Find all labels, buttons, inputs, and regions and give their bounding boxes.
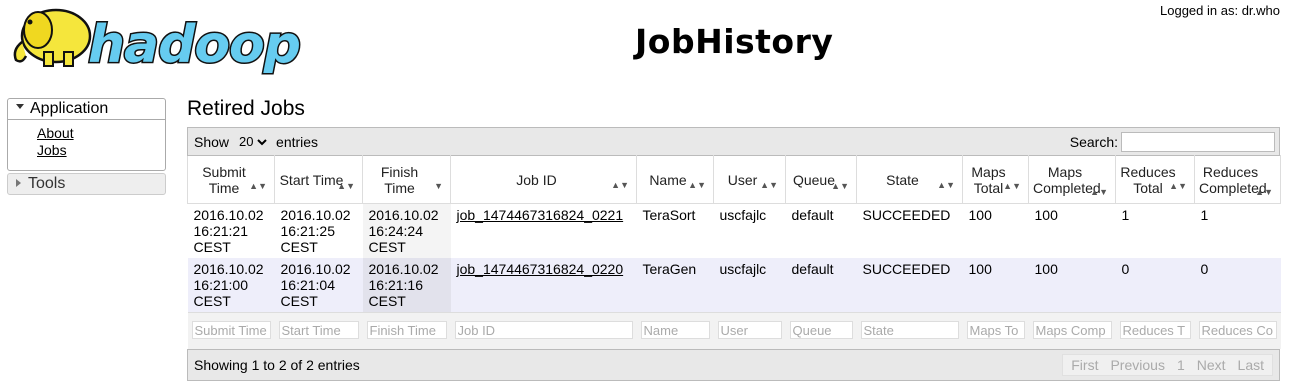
cell-maps-completed: 100 <box>1028 258 1116 313</box>
sort-icon: ▲▼ <box>1255 187 1273 197</box>
pagination: First Previous 1 Next Last <box>1062 353 1273 376</box>
search-input[interactable] <box>1121 131 1275 152</box>
cell-reduces-total: 1 <box>1115 203 1195 258</box>
cell-reduces-total: 0 <box>1115 258 1195 313</box>
pager-previous[interactable]: Previous <box>1110 357 1164 373</box>
cell-maps-completed: 100 <box>1028 203 1116 258</box>
jobs-table-wrapper: Show 20 entries Search: Submit Time ▲▼ St… <box>187 127 1281 381</box>
sort-icon: ▲▼ <box>688 180 706 190</box>
nav-application-header[interactable]: Application <box>8 99 165 120</box>
job-id-link[interactable]: job_1474467316824_0220 <box>457 261 624 277</box>
cell-maps-total: 100 <box>962 203 1029 258</box>
sort-icon: ▲▼ <box>937 180 955 190</box>
filter-user[interactable] <box>717 321 782 339</box>
sort-icon: ▲▼ <box>249 181 267 191</box>
nav-application-panel: Application About Jobs <box>7 98 166 171</box>
col-header-state[interactable]: State ▲▼ <box>856 155 963 204</box>
nav-tools-header[interactable]: Tools <box>7 173 166 195</box>
pager-last[interactable]: Last <box>1238 357 1264 373</box>
col-header-job-id[interactable]: Job ID ▲▼ <box>450 155 637 204</box>
cell-queue: default <box>785 203 857 258</box>
table-info: Showing 1 to 2 of 2 entries <box>194 356 360 373</box>
filter-submit-time[interactable] <box>191 321 271 339</box>
svg-text:hadoop: hadoop <box>88 15 300 75</box>
table-row: 2016.10.02 16:21:21 CEST 2016.10.02 16:2… <box>187 203 1281 258</box>
cell-name: TeraSort <box>636 203 714 258</box>
section-title: Retired Jobs <box>187 97 305 120</box>
show-label: Show <box>194 133 230 150</box>
nav-link-jobs[interactable]: Jobs <box>37 142 165 159</box>
search-label: Search: <box>1069 133 1118 150</box>
filter-finish-time[interactable] <box>366 321 447 339</box>
filter-reduces-completed[interactable] <box>1198 321 1277 339</box>
entries-label: entries <box>276 133 319 150</box>
cell-submit-time: 2016.10.02 16:21:21 CEST <box>187 203 275 258</box>
cell-queue: default <box>785 258 857 313</box>
col-header-queue[interactable]: Queue ▲▼ <box>785 155 857 204</box>
table-header-row: Submit Time ▲▼ Start Time ▲▼ Finish Time ▼ … <box>187 155 1281 204</box>
cell-job-id: job_1474467316824_0221 <box>450 203 637 258</box>
table-row: 2016.10.02 16:21:00 CEST 2016.10.02 16:2… <box>187 258 1281 313</box>
sort-icon: ▲▼ <box>337 181 355 191</box>
pager-page-1[interactable]: 1 <box>1177 357 1185 373</box>
col-header-submit-time[interactable]: Submit Time ▲▼ <box>187 155 275 204</box>
col-header-finish-time[interactable]: Finish Time ▼ <box>362 155 451 204</box>
cell-start-time: 2016.10.02 16:21:04 CEST <box>274 258 363 313</box>
cell-job-id: job_1474467316824_0220 <box>450 258 637 313</box>
filter-job-id[interactable] <box>454 321 633 339</box>
sort-icon: ▲▼ <box>611 180 629 190</box>
cell-start-time: 2016.10.02 16:21:25 CEST <box>274 203 363 258</box>
nav-tools-label: Tools <box>28 175 66 192</box>
col-header-reduces-total[interactable]: Reduces Total ▲▼ <box>1115 155 1195 204</box>
filter-queue[interactable] <box>789 321 853 339</box>
cell-reduces-completed: 0 <box>1194 258 1281 313</box>
hadoop-logo: hadoop <box>13 8 303 77</box>
sort-icon: ▲▼ <box>831 181 849 191</box>
col-header-maps-total[interactable]: Maps Total ▲▼ <box>962 155 1029 204</box>
cell-finish-time: 2016.10.02 16:24:24 CEST <box>362 203 451 258</box>
pager-first[interactable]: First <box>1071 357 1098 373</box>
cell-submit-time: 2016.10.02 16:21:00 CEST <box>187 258 275 313</box>
cell-finish-time: 2016.10.02 16:21:16 CEST <box>362 258 451 313</box>
cell-name: TeraGen <box>636 258 714 313</box>
filter-start-time[interactable] <box>278 321 359 339</box>
filter-state[interactable] <box>860 321 959 339</box>
sort-icon: ▲▼ <box>1169 181 1187 191</box>
table-toolbar: Show 20 entries Search: <box>187 127 1280 155</box>
nav-application-label: Application <box>30 100 109 117</box>
filter-name[interactable] <box>640 321 710 339</box>
cell-reduces-completed: 1 <box>1194 203 1281 258</box>
table-footer: Showing 1 to 2 of 2 entries First Previo… <box>187 348 1280 381</box>
jobs-table: Submit Time ▲▼ Start Time ▲▼ Finish Time ▼ … <box>187 155 1281 349</box>
expand-icon <box>16 178 21 187</box>
page-title: JobHistory <box>635 22 834 61</box>
col-header-start-time[interactable]: Start Time ▲▼ <box>274 155 363 204</box>
col-header-user[interactable]: User ▲▼ <box>713 155 786 204</box>
col-header-maps-completed[interactable]: Maps Completed ▲▼ <box>1028 155 1116 204</box>
login-status: Logged in as: dr.who <box>1160 3 1280 18</box>
filter-maps-completed[interactable] <box>1032 321 1112 339</box>
filter-maps-total[interactable] <box>966 321 1025 339</box>
sort-desc-icon: ▼ <box>434 181 443 191</box>
sort-icon: ▲▼ <box>1090 187 1108 197</box>
col-header-reduces-completed[interactable]: Reduces Completed ▲▼ <box>1194 155 1281 204</box>
nav-link-about[interactable]: About <box>37 125 165 142</box>
cell-maps-total: 100 <box>962 258 1029 313</box>
cell-user: uscfajlc <box>713 203 786 258</box>
col-header-name[interactable]: Name ▲▼ <box>636 155 714 204</box>
cell-state: SUCCEEDED <box>856 203 963 258</box>
elephant-icon <box>13 8 92 67</box>
job-id-link[interactable]: job_1474467316824_0221 <box>457 207 624 223</box>
sort-icon: ▲▼ <box>1003 181 1021 191</box>
cell-state: SUCCEEDED <box>856 258 963 313</box>
cell-user: uscfajlc <box>713 258 786 313</box>
collapse-icon <box>16 104 24 110</box>
filter-reduces-total[interactable] <box>1119 321 1191 339</box>
filter-row <box>187 312 1281 349</box>
pager-next[interactable]: Next <box>1197 357 1226 373</box>
entries-select[interactable]: 20 <box>235 131 271 152</box>
sort-icon: ▲▼ <box>760 180 778 190</box>
